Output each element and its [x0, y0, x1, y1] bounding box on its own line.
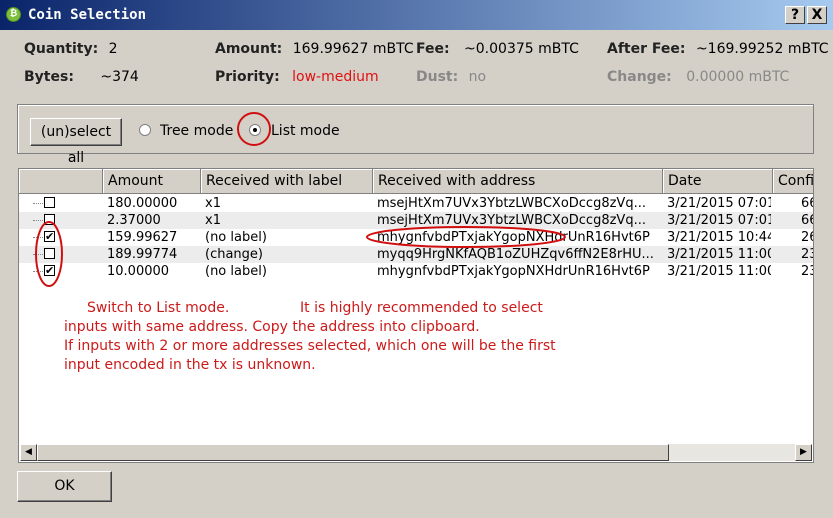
row-label: (no label) — [205, 230, 267, 245]
title-bar: ₿ Coin Selection ? X — [0, 0, 833, 30]
horizontal-scrollbar[interactable]: ◀ ▶ — [20, 444, 812, 461]
table-row[interactable]: 2.37000 x1 msejHtXm7UVx3YbtzLWBCXoDccg8z… — [19, 212, 813, 229]
annotation-unknown-order: input encoded in the tx is unknown. — [64, 357, 316, 373]
fee-label: Fee: — [416, 41, 450, 57]
scroll-right-arrow-icon[interactable]: ▶ — [795, 444, 812, 461]
priority-label: Priority: — [215, 69, 280, 85]
amount-label: Amount: — [215, 41, 283, 57]
table-row[interactable]: 180.00000 x1 msejHtXm7UVx3YbtzLWBCXoDccg… — [19, 195, 813, 212]
row-date: 3/21/2015 11:00 — [667, 264, 771, 279]
row-checkbox[interactable]: ✔ — [44, 231, 55, 242]
priority-field: Priority: low-medium — [215, 69, 379, 85]
tree-connector — [33, 203, 43, 204]
mode-groupbox — [17, 104, 814, 154]
window-title: Coin Selection — [28, 7, 147, 23]
row-label: (change) — [205, 247, 263, 262]
row-checkbox[interactable] — [44, 214, 55, 225]
change-value: 0.00000 mBTC — [686, 69, 790, 85]
after-fee-label: After Fee: — [607, 41, 686, 57]
table-row[interactable]: 189.99774 (change) myqq9HrgNKfAQB1oZUHZq… — [19, 246, 813, 263]
annotation-recommend: It is highly recommended to select — [300, 300, 543, 316]
row-checkbox[interactable]: ✔ — [44, 265, 55, 276]
row-amount: 159.99627 — [107, 230, 178, 245]
help-button[interactable]: ? — [785, 6, 805, 24]
amount-value: 169.99627 mBTC — [292, 41, 414, 57]
list-mode-radio[interactable] — [249, 124, 261, 136]
row-address: mhygnfvbdPTxjakYgopNXHdrUnR16Hvt6P — [377, 230, 650, 245]
scrollbar-thumb[interactable] — [37, 444, 669, 461]
bytes-label: Bytes: — [24, 69, 74, 85]
row-confirmations: 66 — [801, 213, 813, 228]
column-header-address[interactable]: Received with address — [373, 169, 663, 194]
dust-value: no — [468, 69, 487, 85]
tree-connector — [33, 237, 43, 238]
bytes-value: ~374 — [100, 69, 139, 85]
row-confirmations: 66 — [801, 196, 813, 211]
table-row[interactable]: ✔ 10.00000 (no label) mhygnfvbdPTxjakYgo… — [19, 263, 813, 280]
row-label: x1 — [205, 196, 221, 211]
row-address: msejHtXm7UVx3YbtzLWBCXoDccg8zVq... — [377, 196, 646, 211]
quantity-field: Quantity: 2 — [24, 41, 118, 57]
row-checkbox[interactable] — [44, 197, 55, 208]
tree-connector — [33, 220, 43, 221]
change-field: Change: 0.00000 mBTC — [607, 69, 789, 85]
tree-connector — [33, 254, 43, 255]
column-header-date[interactable]: Date — [663, 169, 773, 194]
after-fee-value: ~169.99252 mBTC — [695, 41, 829, 57]
row-amount: 180.00000 — [107, 196, 178, 211]
row-address: myqq9HrgNKfAQB1oZUHZqv6ffN2E8rHU... — [377, 247, 654, 262]
tree-mode-radio[interactable] — [139, 124, 151, 136]
tree-mode-label[interactable]: Tree mode — [160, 123, 233, 139]
priority-value: low-medium — [292, 69, 379, 85]
annotation-switch-mode: Switch to List mode. — [87, 300, 230, 316]
ok-button[interactable]: OK — [17, 471, 112, 502]
row-date: 3/21/2015 07:01 — [667, 213, 771, 228]
quantity-label: Quantity: — [24, 41, 99, 57]
row-date: 3/21/2015 11:00 — [667, 247, 771, 262]
bytes-field: Bytes: ~374 — [24, 69, 139, 85]
bitcoin-icon: ₿ — [6, 7, 21, 22]
row-date: 3/21/2015 07:01 — [667, 196, 771, 211]
dust-label: Dust: — [416, 69, 459, 85]
annotation-copy-address: inputs with same address. Copy the addre… — [64, 319, 480, 335]
tree-connector — [33, 271, 43, 272]
table-row[interactable]: ✔ 159.99627 (no label) mhygnfvbdPTxjakYg… — [19, 229, 813, 246]
row-amount: 2.37000 — [107, 213, 161, 228]
after-fee-field: After Fee: ~169.99252 mBTC — [607, 41, 829, 57]
fee-value: ~0.00375 mBTC — [464, 41, 579, 57]
column-header-amount[interactable]: Amount — [103, 169, 201, 194]
row-label: (no label) — [205, 264, 267, 279]
change-label: Change: — [607, 69, 672, 85]
row-checkbox[interactable] — [44, 248, 55, 259]
quantity-value: 2 — [108, 41, 118, 57]
row-address: mhygnfvbdPTxjakYgopNXHdrUnR16Hvt6P — [377, 264, 650, 279]
row-label: x1 — [205, 213, 221, 228]
row-confirmations: 23 — [801, 264, 813, 279]
row-date: 3/21/2015 10:44 — [667, 230, 771, 245]
column-header-tree[interactable] — [19, 169, 103, 194]
list-mode-label[interactable]: List mode — [271, 123, 340, 139]
annotation-multiple-addresses: If inputs with 2 or more addresses selec… — [64, 338, 556, 354]
scroll-left-arrow-icon[interactable]: ◀ — [20, 444, 37, 461]
column-header-label[interactable]: Received with label — [201, 169, 373, 194]
coins-table[interactable]: Amount Received with label Received with… — [18, 168, 814, 463]
table-header: Amount Received with label Received with… — [19, 169, 813, 194]
row-amount: 10.00000 — [107, 264, 170, 279]
row-confirmations: 23 — [801, 247, 813, 262]
row-amount: 189.99774 — [107, 247, 178, 262]
select-all-button[interactable]: (un)select all — [30, 118, 122, 166]
row-address: msejHtXm7UVx3YbtzLWBCXoDccg8zVq... — [377, 213, 646, 228]
fee-field: Fee: ~0.00375 mBTC — [416, 41, 579, 57]
column-header-confirmations[interactable]: Confirmations — [773, 169, 813, 194]
close-button[interactable]: X — [807, 6, 827, 24]
dust-field: Dust: no — [416, 69, 486, 85]
row-confirmations: 26 — [801, 230, 813, 245]
amount-field: Amount: 169.99627 mBTC — [215, 41, 414, 57]
